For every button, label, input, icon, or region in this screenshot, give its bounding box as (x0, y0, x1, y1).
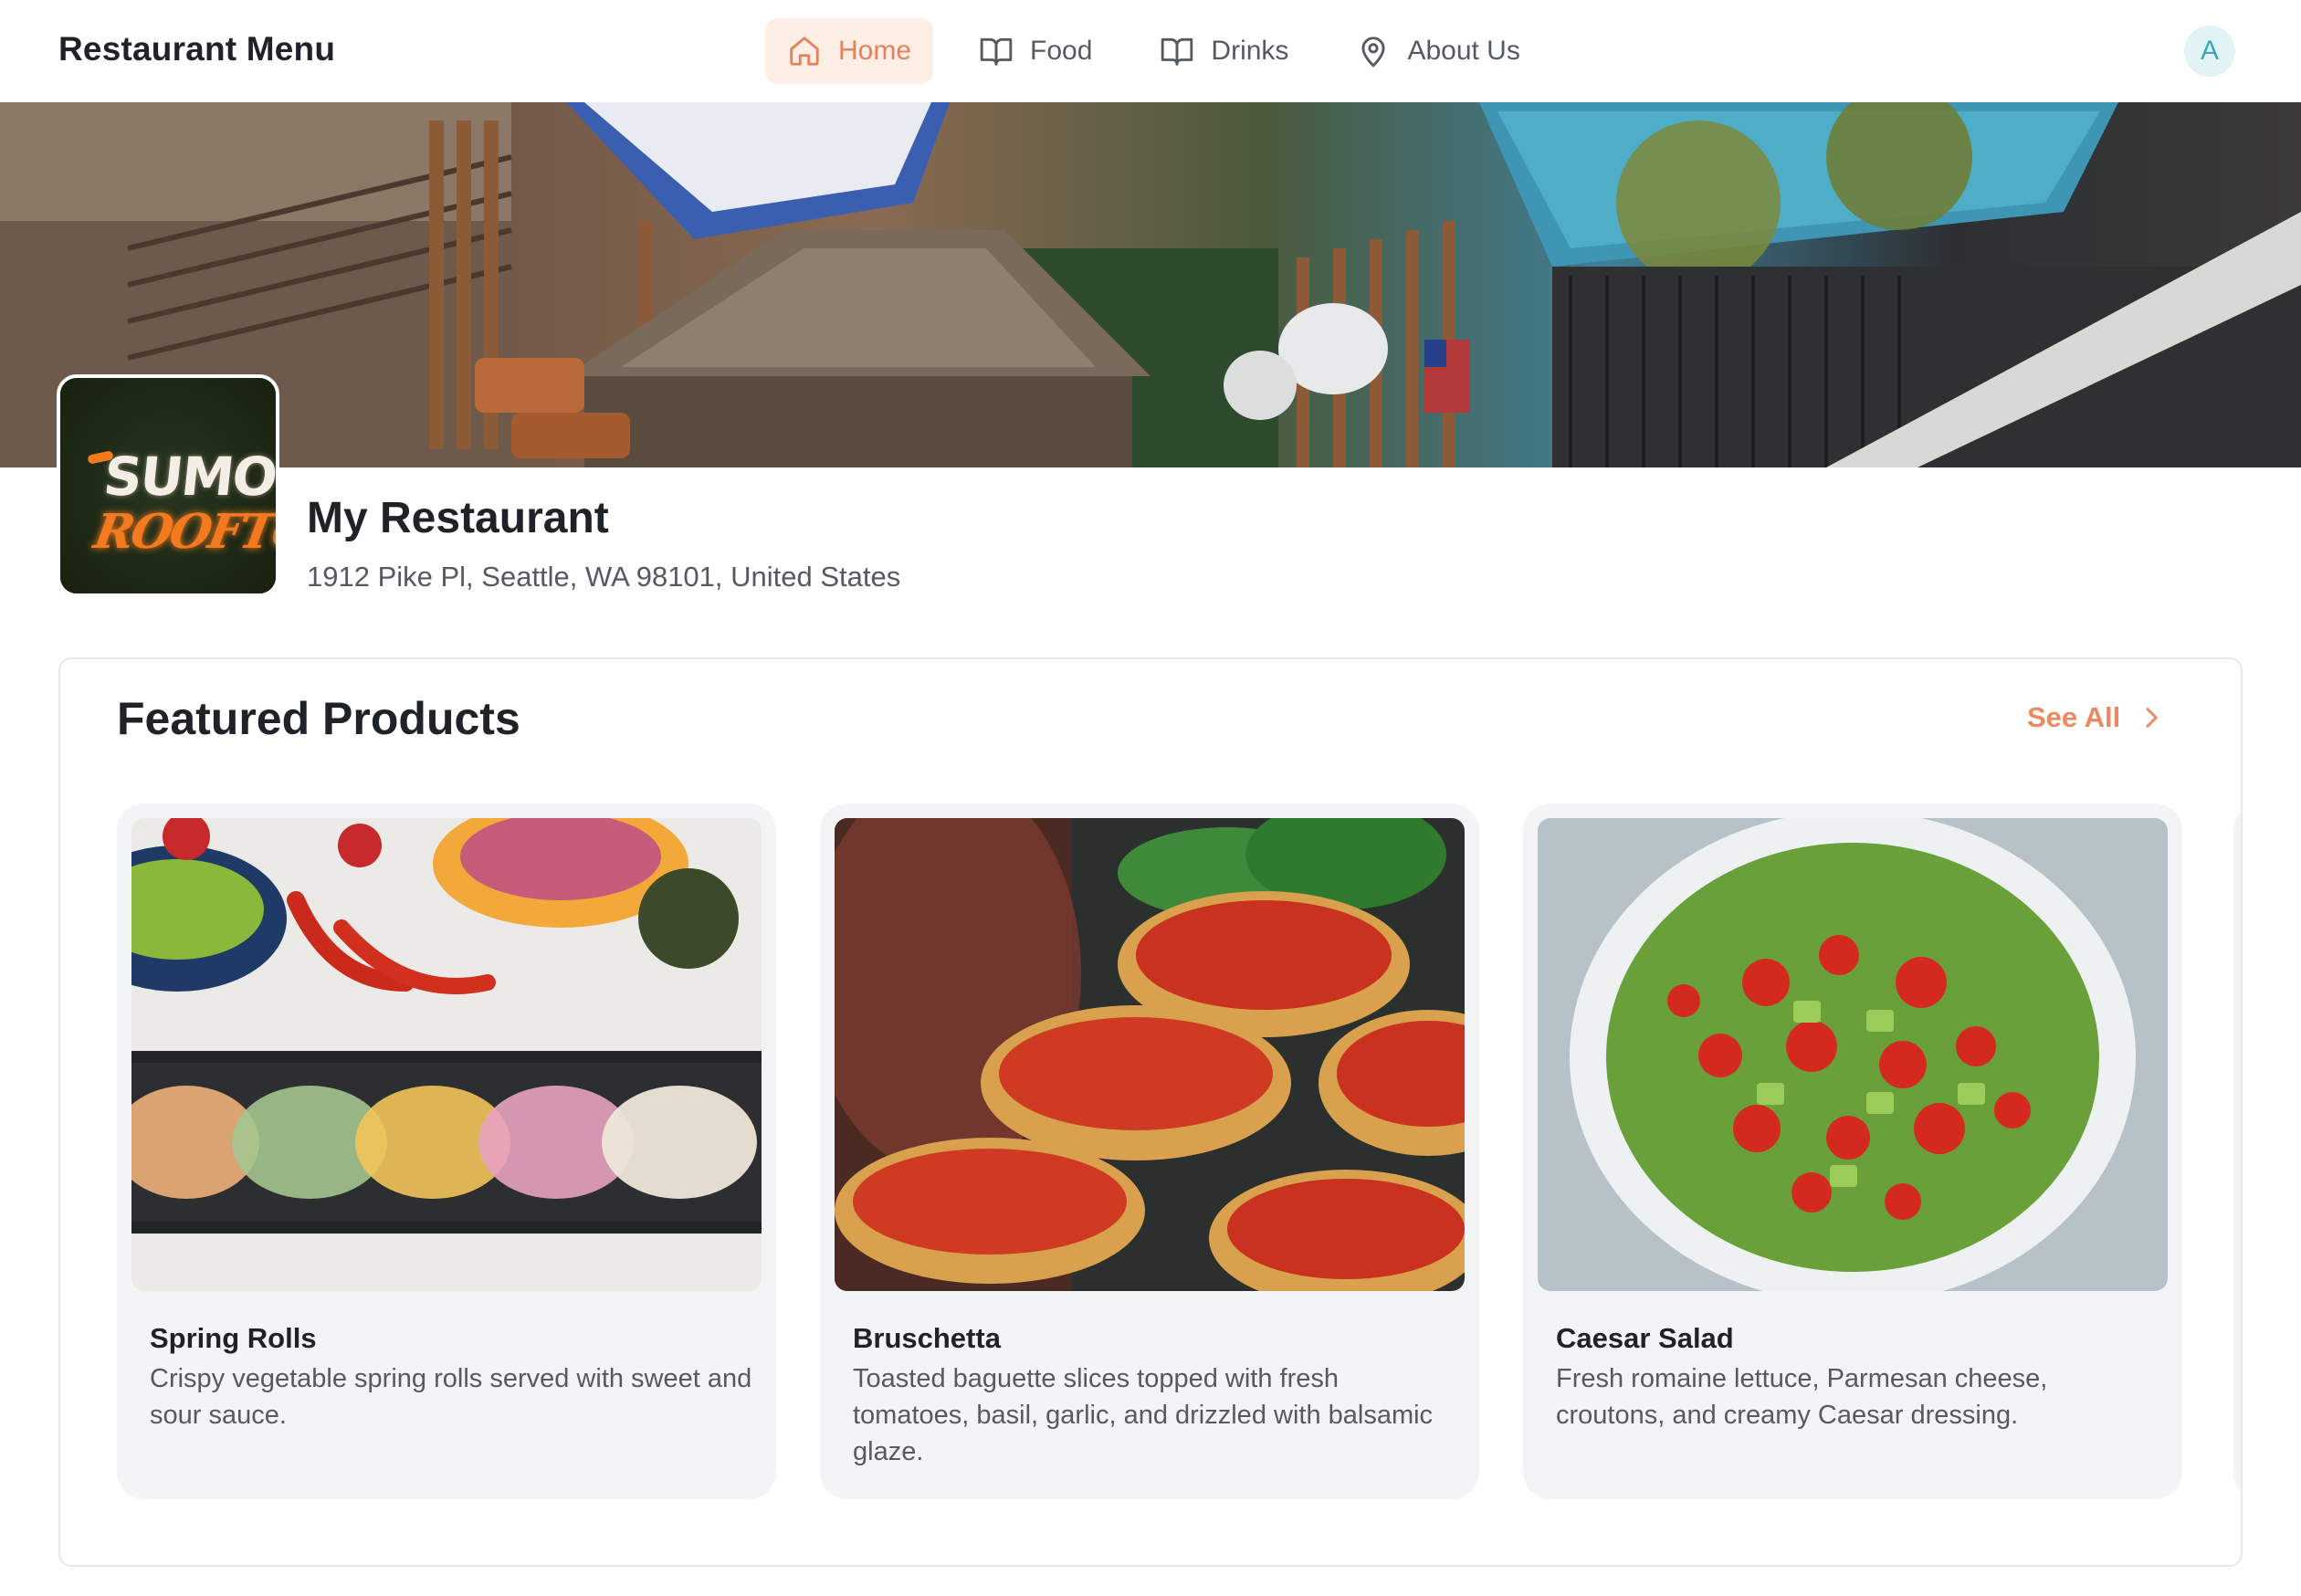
chevron-right-icon (2146, 708, 2159, 728)
section-title: Featured Products (117, 693, 520, 744)
logo-text-sumo: SUMO (100, 446, 279, 508)
product-name: Caesar Salad (1556, 1322, 1734, 1354)
product-name: Bruschetta (853, 1322, 1001, 1354)
hero-banner-image (0, 102, 2301, 467)
restaurant-address: 1912 Pike Pl, Seattle, WA 98101, United … (307, 561, 901, 593)
user-avatar[interactable]: A (2184, 26, 2235, 77)
nav-item-food[interactable]: Food (957, 18, 1114, 84)
top-navigation-bar: Restaurant Menu Home Food Drinks About U… (0, 0, 2301, 102)
product-name: Spring Rolls (150, 1322, 317, 1354)
product-card-caesar-salad[interactable]: Caesar Salad Fresh romaine lettuce, Parm… (1523, 803, 2182, 1499)
nav-item-label: Food (1030, 36, 1093, 66)
product-description: Toasted baguette slices topped with fres… (853, 1364, 1434, 1466)
product-image-bruschetta (835, 818, 1465, 1291)
featured-products-section: Featured Products See All Spring Rolls C… (58, 657, 2243, 1567)
restaurant-name: My Restaurant (307, 494, 609, 542)
home-icon (790, 37, 819, 66)
product-image-spring-rolls (131, 818, 762, 1291)
app-title[interactable]: Restaurant Menu (58, 30, 335, 68)
next-product-card-peek[interactable] (2233, 803, 2241, 1499)
nav-item-label: About Us (1407, 36, 1520, 66)
main-nav: Home Food Drinks About Us (765, 17, 1566, 85)
nav-item-drinks[interactable]: Drinks (1138, 18, 1310, 84)
restaurant-logo: SUMO ROOFTOP (57, 374, 279, 597)
nav-item-label: Drinks (1211, 36, 1289, 66)
product-card-spring-rolls[interactable]: Spring Rolls Crispy vegetable spring rol… (117, 803, 776, 1499)
nav-item-home[interactable]: Home (765, 18, 934, 84)
book-open-icon (980, 37, 1013, 66)
product-card-bruschetta[interactable]: Bruschetta Toasted baguette slices toppe… (820, 803, 1479, 1499)
rooftop-photo (0, 102, 2301, 467)
see-all-label: See All (2027, 701, 2121, 733)
product-description: Fresh romaine lettuce, Parmesan cheese, … (1556, 1364, 2048, 1430)
product-image-caesar-salad (1538, 818, 2168, 1291)
nav-item-label: Home (838, 36, 912, 66)
map-pin-icon (1361, 37, 1385, 68)
see-all-link[interactable]: See All (2027, 701, 2166, 734)
nav-item-about-us[interactable]: About Us (1334, 18, 1541, 84)
logo-text-rooftop: ROOFTOP (89, 504, 279, 560)
product-description: Crispy vegetable spring rolls served wit… (150, 1364, 752, 1430)
book-open-icon (1161, 37, 1193, 66)
